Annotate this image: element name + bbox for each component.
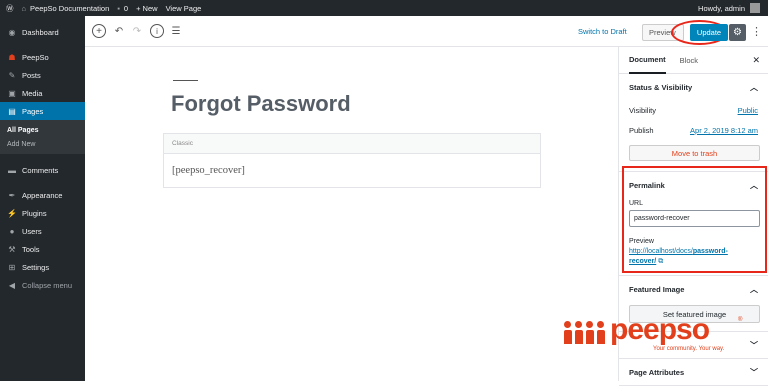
appearance-icon: ✒	[8, 190, 16, 200]
collapse-icon: ◀	[8, 280, 16, 290]
undo-icon[interactable]: ↶	[112, 24, 126, 38]
sidebar-item-media[interactable]: ▣ Media	[0, 84, 85, 102]
classic-block[interactable]: Classic [peepso_recover]	[163, 133, 541, 188]
logo-wordmark: peepso	[610, 313, 710, 346]
sidebar-tabs: Document Block ✕	[619, 47, 768, 74]
chevron-down-icon: ﹀	[750, 340, 758, 350]
wordpress-logo-icon[interactable]: Ⓦ	[6, 3, 14, 14]
peepso-icon: ☗	[8, 52, 16, 62]
info-icon[interactable]: i	[150, 24, 164, 38]
sidebar-item-comments[interactable]: ▬ Comments	[0, 161, 85, 179]
sidebar-item-tools[interactable]: ⚒ Tools	[0, 240, 85, 258]
settings-icon: ⊞	[8, 262, 16, 272]
move-to-trash-button[interactable]: Move to trash	[629, 145, 760, 161]
status-visibility-panel: Status & Visibility ︿ Visibility Public Pu…	[619, 74, 768, 172]
publish-date-link[interactable]: Apr 2, 2019 8:12 am	[690, 126, 758, 135]
comment-bubble-icon: ▪	[117, 3, 120, 13]
tools-icon: ⚒	[8, 244, 16, 254]
more-options-icon[interactable]: ⋮	[751, 25, 762, 38]
users-icon: ●	[9, 226, 15, 236]
media-icon: ▣	[8, 88, 16, 98]
pages-submenu: All Pages Add New	[0, 120, 85, 154]
visibility-row: Visibility Public	[629, 105, 758, 115]
sidebar-item-users[interactable]: ● Users	[0, 222, 85, 240]
switch-to-draft-button[interactable]: Switch to Draft	[578, 27, 627, 36]
close-icon[interactable]: ✕	[752, 55, 760, 66]
featured-image-heading[interactable]: Featured Image ︿	[629, 276, 758, 302]
sidebar-item-appearance[interactable]: ✒ Appearance	[0, 186, 85, 204]
status-visibility-heading[interactable]: Status & Visibility ︿	[629, 74, 758, 100]
page-attributes-panel: Page Attributes ﹀	[619, 359, 768, 386]
admin-sidebar: ◉ Dashboard ☗ PeepSo ✎ Posts ▣ Media ▤ Pages …	[0, 16, 85, 381]
user-menu[interactable]: Howdy, admin	[698, 3, 760, 13]
classic-block-content[interactable]: [peepso_recover]	[164, 154, 540, 187]
comments-icon: ▬	[8, 165, 16, 175]
redo-icon[interactable]: ↷	[130, 24, 144, 38]
sidebar-item-plugins[interactable]: ⚡ Plugins	[0, 204, 85, 222]
peepso-logo: peepso ® Your community. Your way.	[563, 313, 743, 357]
chevron-up-icon: ︿	[750, 82, 758, 92]
tab-block[interactable]: Block	[680, 56, 698, 65]
publish-row: Publish Apr 2, 2019 8:12 am	[629, 125, 758, 135]
editor-toolbar: + ↶ ↷ i ☰ Switch to Draft Preview Update…	[85, 16, 768, 47]
editor-canvas: Forgot Password Classic [peepso_recover]	[85, 47, 618, 381]
sidebar-item-posts[interactable]: ✎ Posts	[0, 66, 85, 84]
pin-icon: ✎	[8, 70, 16, 80]
add-block-icon[interactable]: +	[92, 24, 106, 38]
submenu-add-new[interactable]: Add New	[0, 137, 85, 151]
sidebar-item-settings[interactable]: ⊞ Settings	[0, 258, 85, 276]
comments-link[interactable]: ▪ 0	[117, 4, 128, 13]
dashboard-icon: ◉	[8, 27, 16, 37]
chevron-down-icon: ﹀	[750, 367, 758, 377]
sidebar-item-dashboard[interactable]: ◉ Dashboard	[0, 23, 85, 41]
submenu-all-pages[interactable]: All Pages	[0, 123, 85, 137]
tab-document[interactable]: Document	[629, 47, 666, 74]
sidebar-item-peepso[interactable]: ☗ PeepSo	[0, 48, 85, 66]
sidebar-item-pages[interactable]: ▤ Pages	[0, 102, 85, 120]
peepso-people-icon	[563, 321, 607, 345]
sidebar-collapse-menu[interactable]: ◀ Collapse menu	[0, 276, 85, 294]
home-icon: ⌂	[21, 3, 27, 13]
view-page-link[interactable]: View Page	[166, 4, 202, 13]
logo-tagline: Your community. Your way.	[653, 346, 725, 352]
permalink-highlight-box	[622, 166, 767, 273]
update-button[interactable]: Update	[690, 24, 728, 41]
avatar	[750, 3, 760, 13]
plugins-icon: ⚡	[7, 208, 17, 218]
page-attributes-heading[interactable]: Page Attributes ﹀	[629, 359, 758, 385]
page-title[interactable]: Forgot Password	[171, 91, 351, 117]
visibility-link[interactable]: Public	[738, 106, 758, 115]
logo-registered-mark: ®	[738, 317, 743, 323]
site-name-link[interactable]: ⌂ PeepSo Documentation	[22, 4, 110, 13]
classic-block-label: Classic	[164, 134, 540, 154]
pages-icon: ▤	[8, 106, 16, 116]
title-separator	[173, 80, 198, 81]
gear-icon[interactable]: ⚙	[729, 24, 746, 41]
outline-icon[interactable]: ☰	[169, 24, 183, 38]
chevron-up-icon: ︿	[750, 284, 758, 294]
admin-bar: Ⓦ ⌂ PeepSo Documentation ▪ 0 + New View Pa…	[0, 0, 768, 16]
new-content-link[interactable]: + New	[136, 4, 157, 13]
